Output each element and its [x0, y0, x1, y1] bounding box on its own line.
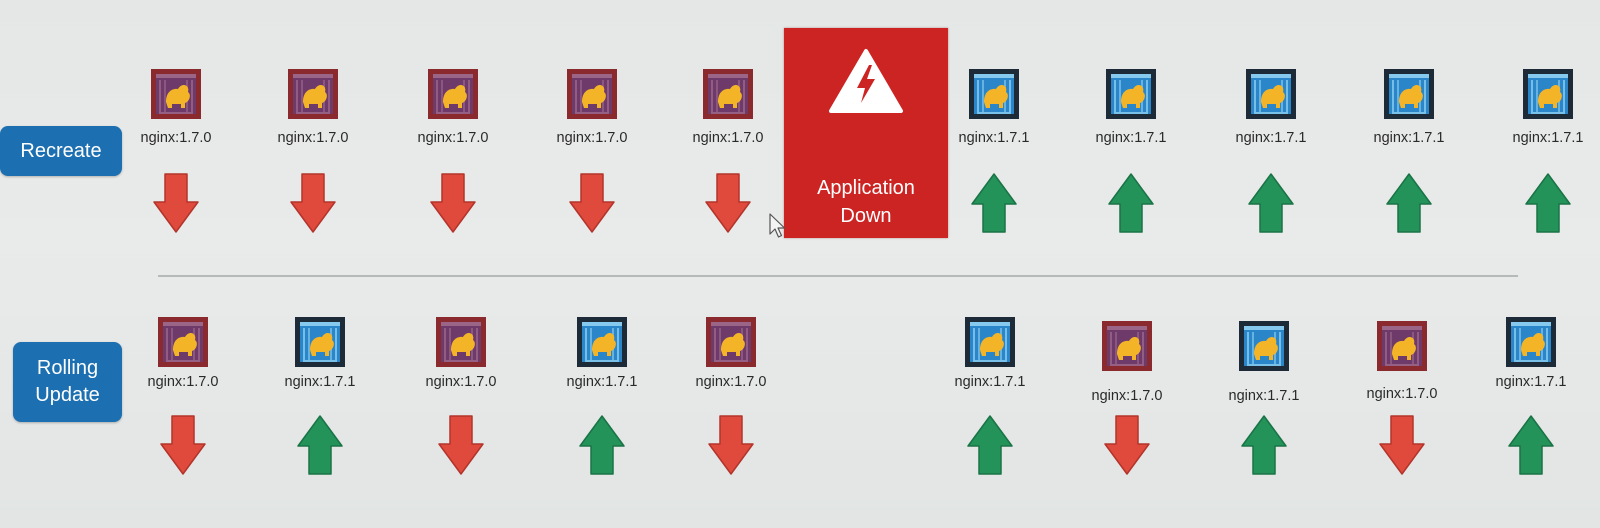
pod-label: nginx:1.7.0: [425, 374, 497, 390]
nginx-1-7-1-container-icon: [969, 69, 1019, 119]
pod-label: nginx:1.7.0: [1091, 388, 1163, 404]
nginx-1-7-1-container-icon: [1523, 69, 1573, 119]
pod-nginx-1-7-1: nginx:1.7.1: [1463, 316, 1599, 496]
arrow-up-icon: [967, 415, 1013, 475]
pod-nginx-1-7-0: nginx:1.7.0: [108, 68, 244, 248]
nginx-1-7-0-container-icon: [1102, 321, 1152, 371]
arrow-down-icon: [569, 173, 615, 233]
nginx-1-7-0-container-icon: [567, 69, 617, 119]
pod-nginx-1-7-1: nginx:1.7.1: [1196, 316, 1332, 496]
recreate-button-label: Recreate: [20, 139, 102, 162]
recreate-button[interactable]: Recreate: [0, 126, 122, 176]
pod-label: nginx:1.7.1: [954, 374, 1026, 390]
nginx-1-7-0-container-icon: [288, 69, 338, 119]
nginx-1-7-0-container-icon: [151, 69, 201, 119]
pod-nginx-1-7-1: nginx:1.7.1: [534, 316, 670, 496]
nginx-1-7-1-container-icon: [295, 317, 345, 367]
nginx-1-7-0-container-icon: [1377, 321, 1427, 371]
pod-label: nginx:1.7.1: [1235, 130, 1307, 146]
nginx-1-7-1-container-icon: [577, 317, 627, 367]
high-voltage-warning-icon: [829, 49, 903, 113]
pod-nginx-1-7-1: nginx:1.7.1: [1063, 68, 1199, 248]
application-down-box: Application Down: [784, 28, 948, 238]
pod-label: nginx:1.7.1: [1095, 130, 1167, 146]
pod-nginx-1-7-0: nginx:1.7.0: [115, 316, 251, 496]
nginx-1-7-1-container-icon: [1239, 321, 1289, 371]
pod-label: nginx:1.7.0: [695, 374, 767, 390]
pod-nginx-1-7-1: nginx:1.7.1: [1203, 68, 1339, 248]
arrow-up-icon: [1508, 415, 1554, 475]
arrow-up-icon: [579, 415, 625, 475]
arrow-down-icon: [708, 415, 754, 475]
arrow-up-icon: [971, 173, 1017, 233]
pod-label: nginx:1.7.0: [556, 130, 628, 146]
rolling-update-label-line1: Rolling: [36, 357, 99, 379]
pod-label: nginx:1.7.0: [147, 374, 219, 390]
pod-label: nginx:1.7.1: [1228, 388, 1300, 404]
pod-label: nginx:1.7.1: [1495, 374, 1567, 390]
deployment-strategies-diagram: Recreate Rolling Update nginx:1.7.0 ngin…: [0, 0, 1600, 528]
nginx-1-7-1-container-icon: [1384, 69, 1434, 119]
pod-nginx-1-7-1: nginx:1.7.1: [1480, 68, 1600, 248]
arrow-down-icon: [153, 173, 199, 233]
section-divider: [158, 275, 1518, 277]
pod-label: nginx:1.7.1: [1373, 130, 1445, 146]
arrow-up-icon: [297, 415, 343, 475]
nginx-1-7-0-container-icon: [428, 69, 478, 119]
arrow-down-icon: [430, 173, 476, 233]
pod-label: nginx:1.7.0: [417, 130, 489, 146]
arrow-up-icon: [1108, 173, 1154, 233]
application-down-text: Application Down: [784, 174, 948, 230]
pod-nginx-1-7-0: nginx:1.7.0: [393, 316, 529, 496]
nginx-1-7-1-container-icon: [1246, 69, 1296, 119]
mouse-pointer-icon: [769, 213, 786, 238]
pod-label: nginx:1.7.0: [1366, 386, 1438, 402]
pod-label: nginx:1.7.0: [277, 130, 349, 146]
nginx-1-7-0-container-icon: [706, 317, 756, 367]
pod-nginx-1-7-0: nginx:1.7.0: [385, 68, 521, 248]
pod-label: nginx:1.7.1: [284, 374, 356, 390]
nginx-1-7-0-container-icon: [158, 317, 208, 367]
application-down-line2: Down: [840, 205, 892, 227]
pod-nginx-1-7-1: nginx:1.7.1: [922, 316, 1058, 496]
pod-label: nginx:1.7.1: [1512, 130, 1584, 146]
pod-label: nginx:1.7.0: [140, 130, 212, 146]
pod-nginx-1-7-0: nginx:1.7.0: [245, 68, 381, 248]
arrow-down-icon: [290, 173, 336, 233]
application-down-line1: Application: [817, 177, 915, 199]
arrow-down-icon: [1104, 415, 1150, 475]
pod-nginx-1-7-0: nginx:1.7.0: [1334, 316, 1470, 496]
arrow-down-icon: [160, 415, 206, 475]
pod-label: nginx:1.7.1: [566, 374, 638, 390]
arrow-up-icon: [1248, 173, 1294, 233]
arrow-down-icon: [705, 173, 751, 233]
pod-label: nginx:1.7.0: [692, 130, 764, 146]
nginx-1-7-1-container-icon: [1506, 317, 1556, 367]
nginx-1-7-1-container-icon: [1106, 69, 1156, 119]
arrow-up-icon: [1241, 415, 1287, 475]
pod-nginx-1-7-0: nginx:1.7.0: [1059, 316, 1195, 496]
arrow-up-icon: [1525, 173, 1571, 233]
nginx-1-7-1-container-icon: [965, 317, 1015, 367]
pod-nginx-1-7-1: nginx:1.7.1: [252, 316, 388, 496]
pod-nginx-1-7-0: nginx:1.7.0: [524, 68, 660, 248]
nginx-1-7-0-container-icon: [436, 317, 486, 367]
rolling-update-button[interactable]: Rolling Update: [13, 342, 122, 422]
rolling-update-label-line2: Update: [35, 384, 100, 406]
pod-nginx-1-7-1: nginx:1.7.1: [1341, 68, 1477, 248]
pod-nginx-1-7-0: nginx:1.7.0: [663, 316, 799, 496]
arrow-up-icon: [1386, 173, 1432, 233]
nginx-1-7-0-container-icon: [703, 69, 753, 119]
arrow-down-icon: [1379, 415, 1425, 475]
arrow-down-icon: [438, 415, 484, 475]
